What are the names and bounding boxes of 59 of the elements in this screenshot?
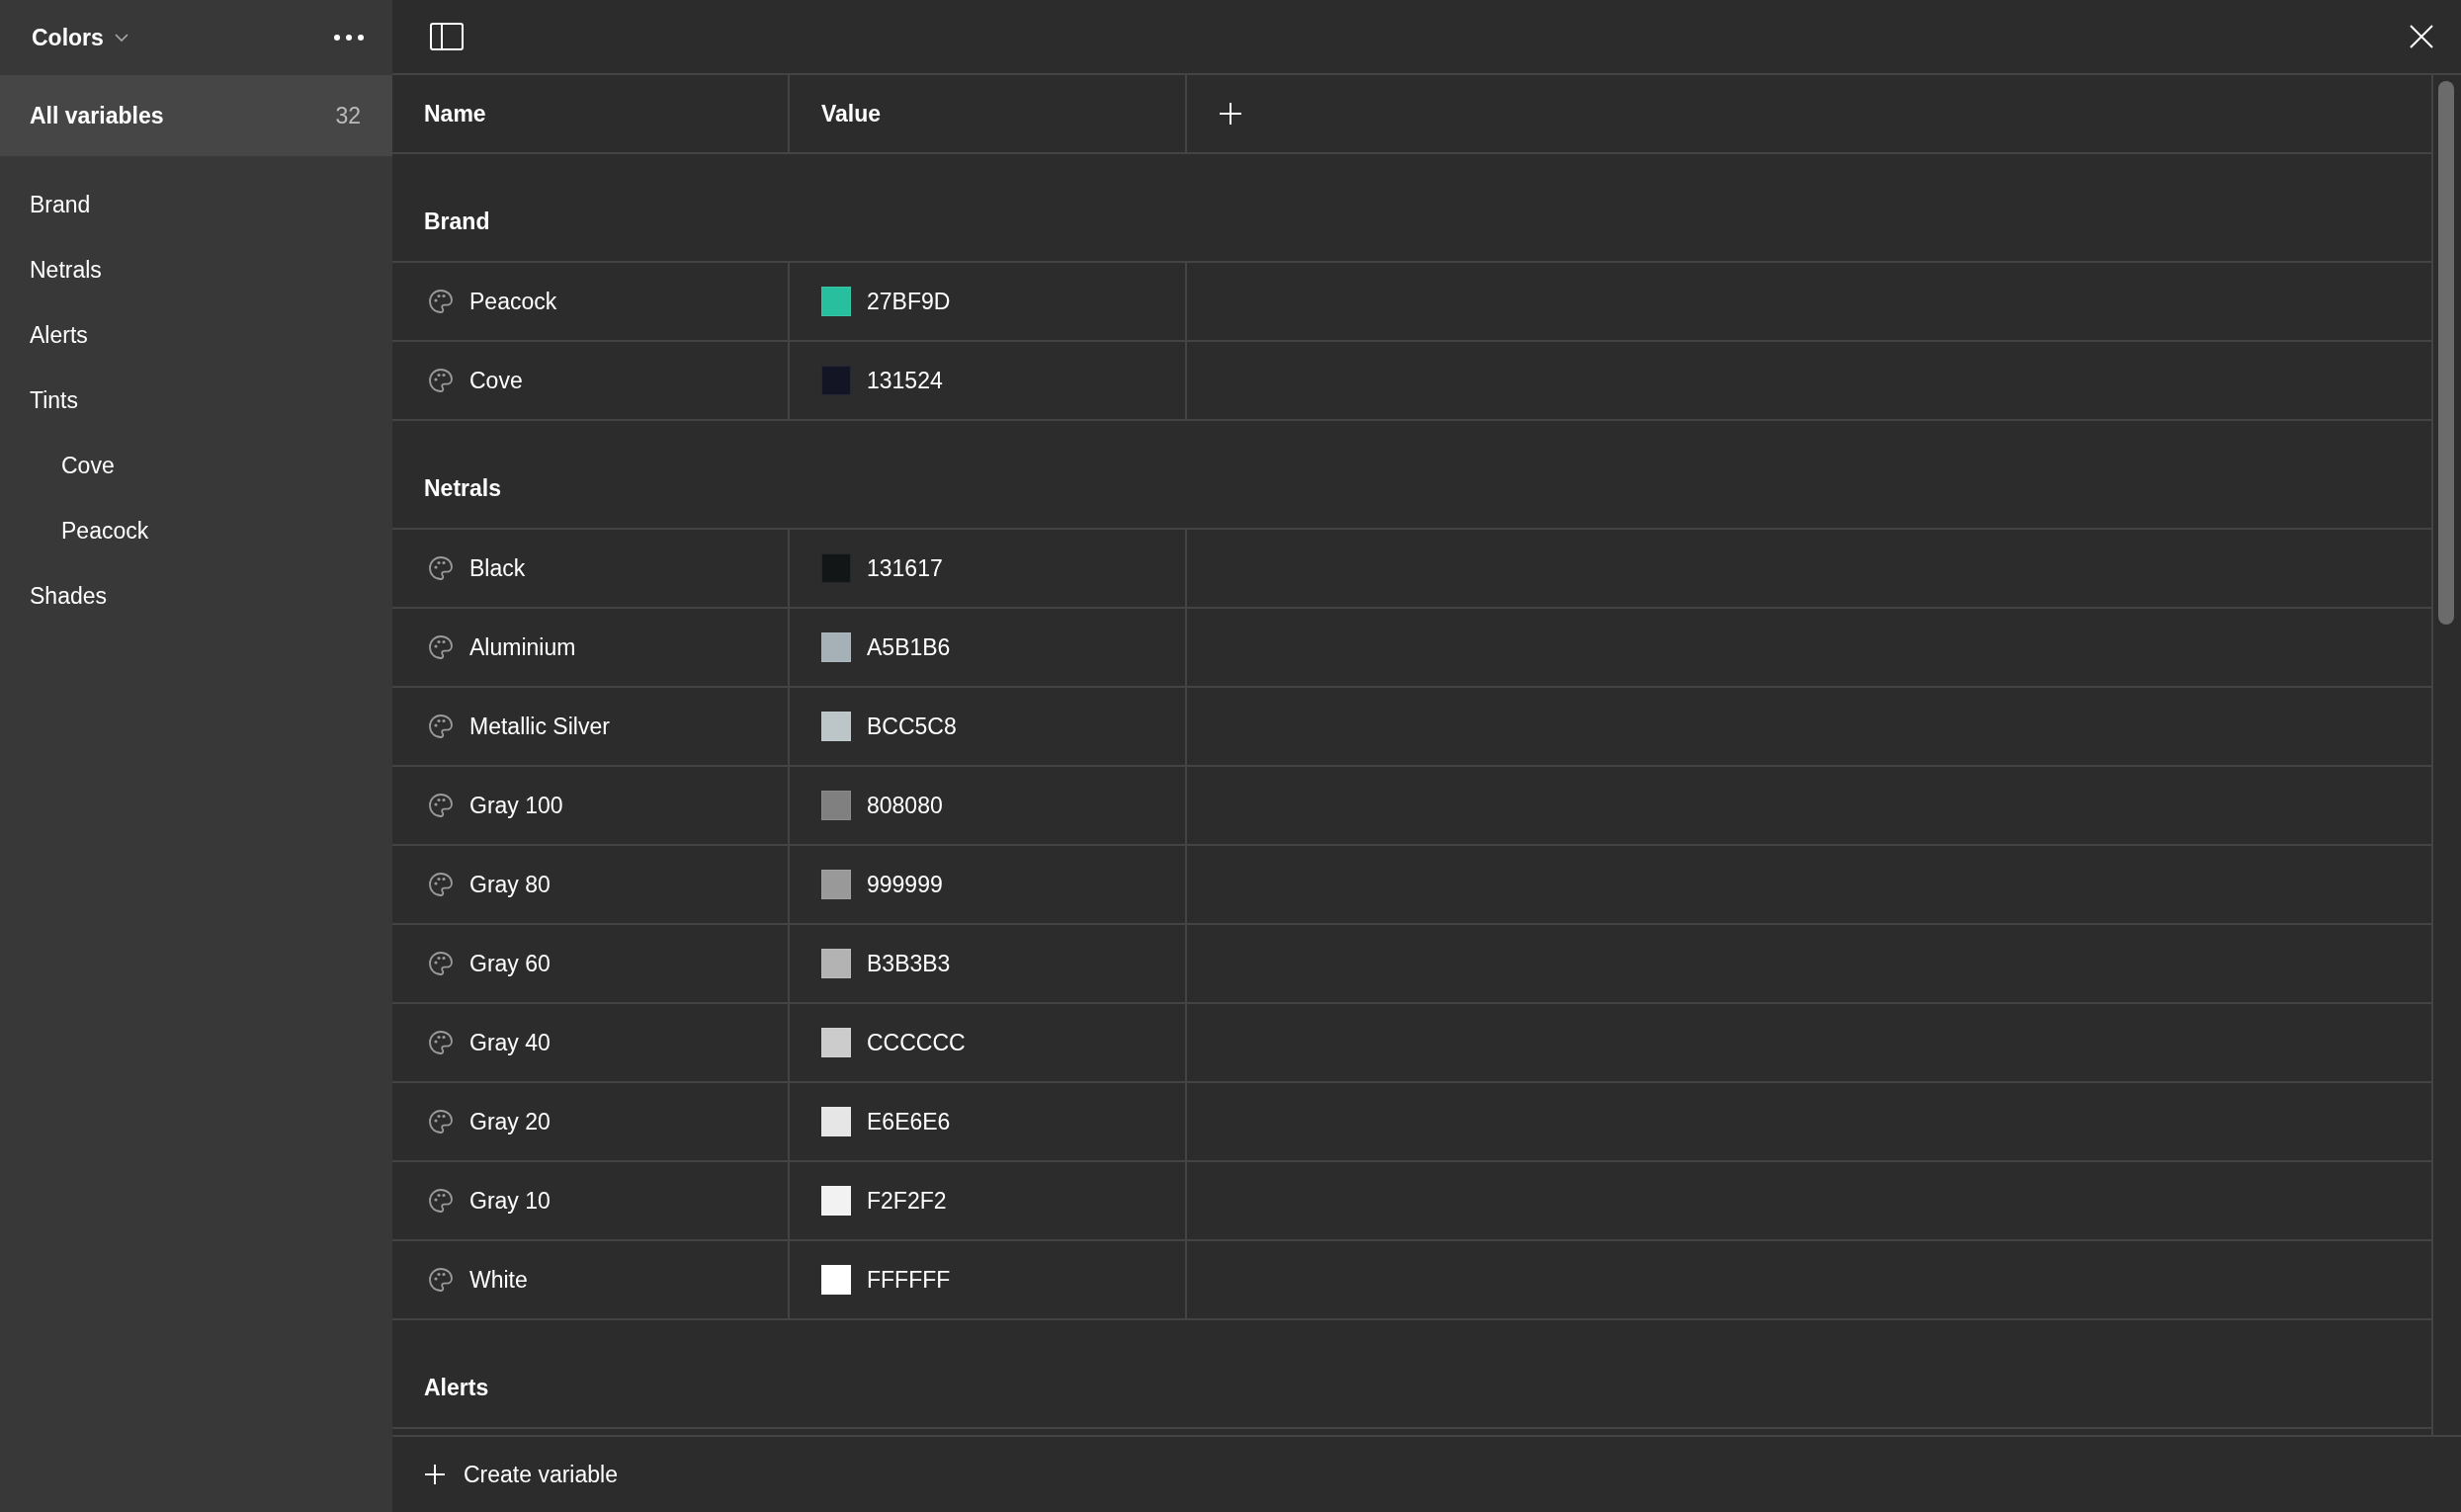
color-value: 131524	[867, 367, 943, 394]
palette-icon	[428, 1030, 454, 1055]
sidebar-item[interactable]: All variables 32	[0, 75, 392, 156]
variable-name: Gray 20	[469, 1108, 551, 1135]
color-value: B3B3B3	[867, 950, 951, 977]
color-value: E6E6E6	[867, 1108, 951, 1135]
group-title: Netrals	[392, 421, 2431, 530]
palette-icon	[428, 872, 454, 897]
color-value: 131617	[867, 554, 943, 582]
color-value: F2F2F2	[867, 1187, 947, 1215]
create-variable-button[interactable]: Create variable	[424, 1461, 618, 1488]
palette-icon	[428, 1188, 454, 1214]
variable-name: Gray 40	[469, 1029, 551, 1056]
variable-count: 32	[335, 102, 361, 129]
palette-icon	[428, 1109, 454, 1134]
column-header: Name	[392, 75, 790, 152]
variable-name: Metallic Silver	[469, 713, 610, 740]
close-icon[interactable]	[2410, 25, 2433, 48]
all-variables-label: All variables	[30, 102, 164, 129]
variable-name: Aluminium	[469, 633, 576, 661]
palette-icon	[428, 793, 454, 818]
palette-icon	[428, 634, 454, 660]
variable-name: Peacock	[469, 288, 557, 315]
group-title: Alerts	[392, 1320, 2431, 1429]
color-value: 999999	[867, 871, 943, 898]
palette-icon	[428, 951, 454, 976]
sidebar-item[interactable]: Alerts	[0, 302, 392, 368]
add-column-icon[interactable]	[1219, 102, 1242, 126]
color-value: FFFFFF	[867, 1266, 951, 1294]
sidebar-item[interactable]: Shades	[0, 563, 392, 629]
chevron-down-icon	[113, 33, 129, 42]
scrollbar-thumb[interactable]	[2438, 81, 2454, 625]
palette-icon	[428, 555, 454, 581]
sidebar-item[interactable]: Netrals	[0, 237, 392, 302]
color-value: 808080	[867, 792, 943, 819]
palette-icon	[428, 1267, 454, 1293]
collection-dropdown[interactable]: Colors	[32, 24, 129, 51]
palette-icon	[428, 289, 454, 314]
variable-name: Gray 80	[469, 871, 551, 898]
variable-name: Gray 100	[469, 792, 563, 819]
variable-name: Gray 60	[469, 950, 551, 977]
column-header: Value	[790, 75, 1187, 152]
variable-name: Cove	[469, 367, 523, 394]
sidebar-item[interactable]: Brand	[0, 172, 392, 237]
plus-icon	[424, 1464, 446, 1485]
palette-icon	[428, 368, 454, 393]
variable-name: Gray 10	[469, 1187, 551, 1215]
color-value: CCCCCC	[867, 1029, 966, 1056]
palette-icon	[428, 714, 454, 739]
color-value: A5B1B6	[867, 633, 951, 661]
color-value: BCC5C8	[867, 713, 957, 740]
sidebar-item[interactable]: Tints	[0, 368, 392, 433]
variable-name: White	[469, 1266, 528, 1294]
group-title: Brand	[392, 154, 2431, 263]
sidebar-item[interactable]: Peacock	[0, 498, 392, 563]
color-value: 27BF9D	[867, 288, 951, 315]
variable-name: Black	[469, 554, 526, 582]
sidebar-toggle-icon[interactable]	[430, 23, 464, 50]
sidebar-item[interactable]: Cove	[0, 433, 392, 498]
